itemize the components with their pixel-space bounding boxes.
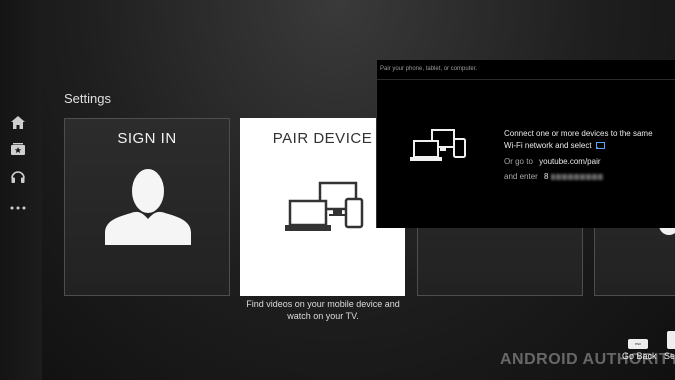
popup-url-line: Or go to youtube.com/pair bbox=[504, 157, 601, 166]
pair-code-prefix: 8 bbox=[544, 172, 549, 181]
popup-line2-text: Wi-Fi network and select bbox=[504, 141, 592, 150]
nav-rail bbox=[0, 0, 42, 380]
user-avatar-icon bbox=[105, 169, 191, 245]
popup-header: Pair your phone, tablet, or computer. bbox=[377, 60, 675, 80]
select-key-icon bbox=[667, 331, 675, 349]
headphones-icon[interactable] bbox=[9, 167, 27, 185]
and-enter-label: and enter bbox=[504, 172, 538, 181]
pair-code-redacted bbox=[550, 173, 603, 180]
popup-instructions-line2: Wi-Fi network and select bbox=[504, 141, 605, 150]
sign-in-label: SIGN IN bbox=[117, 130, 177, 147]
cast-icon bbox=[595, 142, 605, 149]
popup-instructions-line1: Connect one or more devices to the same bbox=[504, 129, 653, 138]
sign-in-tile[interactable]: SIGN IN bbox=[64, 118, 230, 296]
esc-key-icon: esc bbox=[628, 339, 648, 349]
devices-icon bbox=[410, 129, 466, 161]
home-icon[interactable] bbox=[9, 113, 27, 131]
pair-url-link[interactable]: youtube.com/pair bbox=[539, 157, 600, 166]
devices-icon bbox=[285, 181, 364, 231]
pair-popup: Pair your phone, tablet, or computer. Co… bbox=[376, 60, 675, 228]
or-go-to-label: Or go to bbox=[504, 157, 533, 166]
subscriptions-icon[interactable] bbox=[9, 140, 27, 158]
pair-device-description: Find videos on your mobile device and wa… bbox=[246, 299, 400, 321]
watermark: ANDROID AUTHORITY bbox=[500, 351, 675, 368]
more-icon[interactable] bbox=[9, 199, 27, 217]
page-title: Settings bbox=[64, 91, 111, 106]
popup-code-line: and enter 8 bbox=[504, 172, 603, 181]
